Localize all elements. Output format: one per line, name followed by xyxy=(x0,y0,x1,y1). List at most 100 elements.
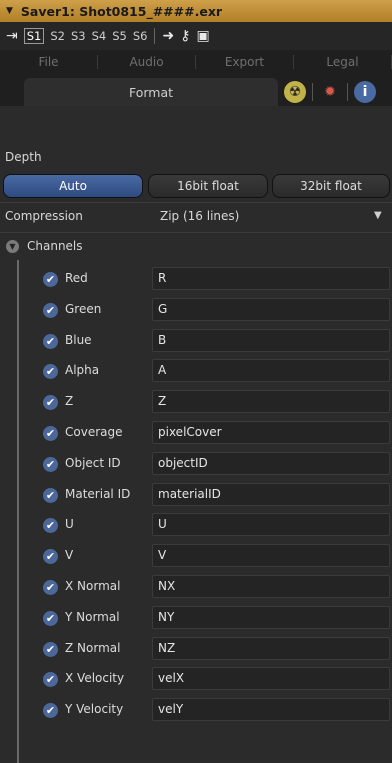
channel-row: ✔ Z Z xyxy=(0,390,392,418)
checkbox-checked-icon[interactable]: ✔ xyxy=(43,610,58,626)
channel-label: Blue xyxy=(65,332,92,347)
channel-row: ✔ Green G xyxy=(0,297,392,326)
channel-row: ✔ Alpha A xyxy=(0,359,392,387)
channel-name-input[interactable]: U xyxy=(152,513,390,537)
channel-label: V xyxy=(65,548,74,563)
channel-label: Red xyxy=(65,271,88,285)
channel-label: Alpha xyxy=(65,363,100,378)
channel-row: ✔ Blue B xyxy=(0,328,392,357)
channel-name-input[interactable]: G xyxy=(152,297,390,321)
tab-icon-divider xyxy=(312,83,313,101)
info-icon[interactable]: i xyxy=(354,81,376,103)
channel-row: ✔ Object ID objectID xyxy=(0,451,392,480)
radioactive-icon[interactable]: ☢ xyxy=(284,81,306,103)
pin-icon[interactable]: ⇥ xyxy=(6,28,18,44)
toolbar-divider xyxy=(154,28,156,44)
tab-icon-divider xyxy=(347,83,348,101)
checkbox-checked-icon[interactable]: ✔ xyxy=(43,518,58,534)
channel-label: Coverage xyxy=(65,425,123,439)
dropdown-arrow-icon[interactable]: ▼ xyxy=(374,210,382,221)
channel-label: Y Velocity xyxy=(65,702,124,717)
collapse-circle-icon[interactable]: ▼ xyxy=(6,239,19,253)
tab-file[interactable]: File xyxy=(0,55,98,69)
tab-format[interactable]: Format xyxy=(24,78,278,106)
channel-row: ✔ V V xyxy=(0,544,392,572)
channel-label: Y Normal xyxy=(65,609,120,624)
channel-label: U xyxy=(65,517,74,532)
checkbox-checked-icon[interactable]: ✔ xyxy=(43,395,58,411)
checkbox-checked-icon[interactable]: ✔ xyxy=(43,641,58,657)
slot-s3[interactable]: S3 xyxy=(71,29,86,43)
channel-name-input[interactable]: NZ xyxy=(152,636,390,660)
checkbox-checked-icon[interactable]: ✔ xyxy=(43,456,58,472)
channel-row: ✔ Coverage pixelCover xyxy=(0,421,392,449)
channel-name-input[interactable]: A xyxy=(152,359,390,383)
channel-name-input[interactable]: NY xyxy=(152,605,390,629)
compression-label: Compression xyxy=(5,209,83,223)
slot-s4[interactable]: S4 xyxy=(92,29,107,43)
channels-label: Channels xyxy=(27,239,83,253)
checkbox-checked-icon[interactable]: ✔ xyxy=(43,703,58,719)
channel-label: Z xyxy=(65,394,74,409)
checkbox-checked-icon[interactable]: ✔ xyxy=(43,672,58,688)
tab-export[interactable]: Export xyxy=(196,55,294,69)
channel-name-input[interactable]: V xyxy=(152,544,390,568)
compression-dropdown[interactable]: Zip (16 lines) xyxy=(160,209,239,223)
channel-label: Z Normal xyxy=(65,640,121,655)
depth-32bit-button[interactable]: 32bit float xyxy=(272,174,390,198)
checkbox-checked-icon[interactable]: ✔ xyxy=(43,302,58,318)
collapse-triangle-icon[interactable]: ▼ xyxy=(6,6,13,16)
slot-s1[interactable]: S1 xyxy=(23,28,45,44)
toolbar: ⇥ S1 S2 S3 S4 S5 S6 ➜ ⚷ ▣ xyxy=(0,22,392,50)
channel-row: ✔ Material ID materialID xyxy=(0,482,392,511)
channel-row: ✔ U U xyxy=(0,513,392,541)
slot-s6[interactable]: S6 xyxy=(133,29,148,43)
channel-name-input[interactable]: NX xyxy=(152,575,390,598)
tab-audio[interactable]: Audio xyxy=(98,55,196,69)
channel-name-input[interactable]: R xyxy=(152,267,390,290)
depth-16bit-button[interactable]: 16bit float xyxy=(148,174,268,198)
key-icon[interactable]: ⚷ xyxy=(180,28,190,44)
tab-row-bottom: Format ☢ ✹ i xyxy=(0,74,392,106)
channel-name-input[interactable]: velX xyxy=(152,667,390,691)
save-icon[interactable]: ▣ xyxy=(196,28,209,44)
channel-row: ✔ Red R xyxy=(0,267,392,295)
gear-icon[interactable]: ✹ xyxy=(319,81,341,103)
title-bar[interactable]: ▼ Saver1: Shot0815_####.exr xyxy=(0,0,392,22)
checkbox-checked-icon[interactable]: ✔ xyxy=(43,580,58,595)
channel-label: Green xyxy=(65,301,102,316)
channel-row: ✔ X Normal NX xyxy=(0,575,392,603)
channel-row: ✔ Y Normal NY xyxy=(0,605,392,634)
channel-row: ✔ Z Normal NZ xyxy=(0,636,392,665)
checkbox-checked-icon[interactable]: ✔ xyxy=(43,549,58,565)
divider xyxy=(0,202,392,203)
channel-name-input[interactable]: pixelCover xyxy=(152,421,390,444)
checkbox-checked-icon[interactable]: ✔ xyxy=(43,426,58,441)
channel-label: X Velocity xyxy=(65,671,125,686)
depth-label: Depth xyxy=(5,150,42,164)
channel-name-input[interactable]: materialID xyxy=(152,482,390,506)
slot-s2[interactable]: S2 xyxy=(50,29,65,43)
tab-legal[interactable]: Legal xyxy=(294,55,392,69)
depth-selector: Auto 16bit float 32bit float xyxy=(0,174,392,198)
checkbox-checked-icon[interactable]: ✔ xyxy=(43,487,58,503)
channel-name-input[interactable]: B xyxy=(152,328,390,352)
tab-row-top: File Audio Export Legal xyxy=(0,50,392,74)
channel-name-input[interactable]: Z xyxy=(152,390,390,414)
channel-label: Material ID xyxy=(65,486,131,501)
depth-auto-button[interactable]: Auto xyxy=(3,174,143,198)
checkbox-checked-icon[interactable]: ✔ xyxy=(43,333,58,349)
tab-icons: ☢ ✹ i xyxy=(284,80,392,104)
tool-title: Saver1: Shot0815_####.exr xyxy=(20,3,223,19)
divider xyxy=(0,232,392,233)
channels-header[interactable]: ▼ Channels xyxy=(6,239,83,253)
checkbox-checked-icon[interactable]: ✔ xyxy=(43,272,58,287)
channel-label: X Normal xyxy=(65,579,121,593)
channel-name-input[interactable]: velY xyxy=(152,698,390,722)
arrow-right-icon[interactable]: ➜ xyxy=(162,28,174,44)
slot-s5[interactable]: S5 xyxy=(112,29,127,43)
channel-name-input[interactable]: objectID xyxy=(152,451,390,475)
checkbox-checked-icon[interactable]: ✔ xyxy=(43,364,58,380)
channel-row: ✔ Y Velocity velY xyxy=(0,698,392,726)
channel-row: ✔ X Velocity velX xyxy=(0,667,392,695)
